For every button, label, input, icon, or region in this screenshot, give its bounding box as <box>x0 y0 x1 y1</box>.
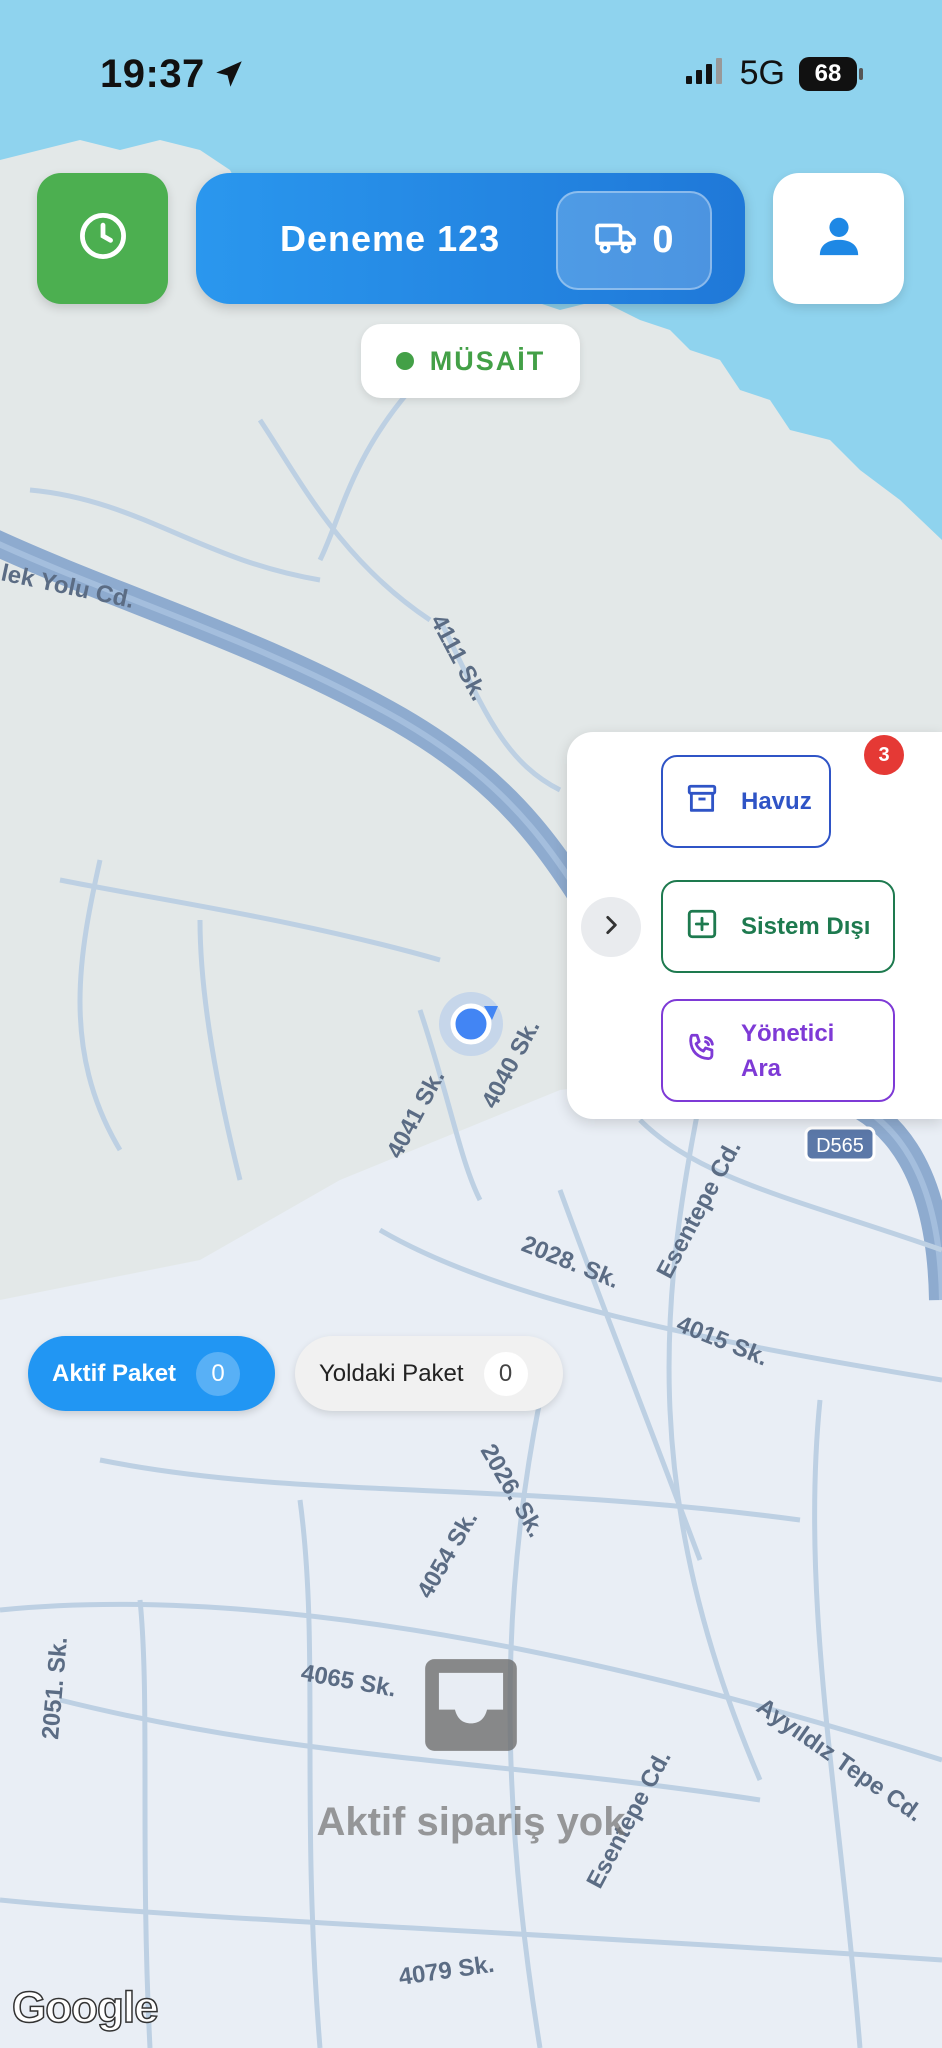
tab-active-count: 0 <box>196 1351 241 1396</box>
profile-button[interactable] <box>773 173 904 304</box>
inbox-icon <box>416 1650 526 1760</box>
archive-box-icon <box>685 782 719 821</box>
battery-icon: 68 <box>799 56 863 91</box>
network-type: 5G <box>739 54 785 92</box>
external-order-button[interactable]: Sistem Dışı <box>661 880 895 973</box>
external-order-label: Sistem Dışı <box>741 913 871 940</box>
status-right: 5G 68 <box>684 54 863 93</box>
collapse-panel-button[interactable] <box>581 897 641 957</box>
signal-icon <box>684 56 726 91</box>
truck-icon <box>594 220 638 261</box>
chevron-right-icon <box>598 912 624 943</box>
quick-action-panel: Havuz 3 Sistem Dışı Yönetici Ara <box>567 732 942 1119</box>
tab-on-way-packages[interactable]: Yoldaki Paket 0 <box>295 1336 563 1411</box>
location-arrow-icon <box>212 57 246 96</box>
phone-icon <box>685 1031 719 1070</box>
pool-button[interactable]: Havuz <box>661 755 831 848</box>
plus-square-icon <box>685 907 719 946</box>
highway-shield: D565 <box>804 1126 876 1162</box>
pool-badge: 3 <box>864 735 904 775</box>
vehicle-count-box[interactable]: 0 <box>556 191 712 290</box>
status-dot <box>395 352 414 370</box>
availability-status[interactable]: MÜSAİT <box>361 324 580 398</box>
svg-text:D565: D565 <box>816 1135 864 1157</box>
call-manager-label: Yönetici Ara <box>741 1019 835 1082</box>
courier-header[interactable]: Deneme 123 0 <box>196 173 745 304</box>
person-icon <box>816 213 862 264</box>
history-button[interactable] <box>37 173 168 304</box>
empty-state-text: Aktif sipariş yok <box>316 1800 626 1844</box>
courier-name: Deneme 123 <box>280 218 501 259</box>
tab-active-label: Aktif Paket <box>52 1359 177 1387</box>
tab-on-way-label: Yoldaki Paket <box>319 1359 464 1387</box>
clock-icon <box>77 210 129 267</box>
pool-label: Havuz <box>741 788 812 815</box>
map-attribution: Google <box>11 1982 159 2033</box>
tab-on-way-count: 0 <box>483 1351 528 1396</box>
status-label: MÜSAİT <box>429 345 546 376</box>
call-manager-button[interactable]: Yönetici Ara <box>661 999 895 1102</box>
current-location-marker <box>439 992 503 1056</box>
vehicle-count: 0 <box>652 219 674 261</box>
tab-active-packages[interactable]: Aktif Paket 0 <box>28 1336 275 1411</box>
status-time: 19:37 <box>100 52 205 96</box>
